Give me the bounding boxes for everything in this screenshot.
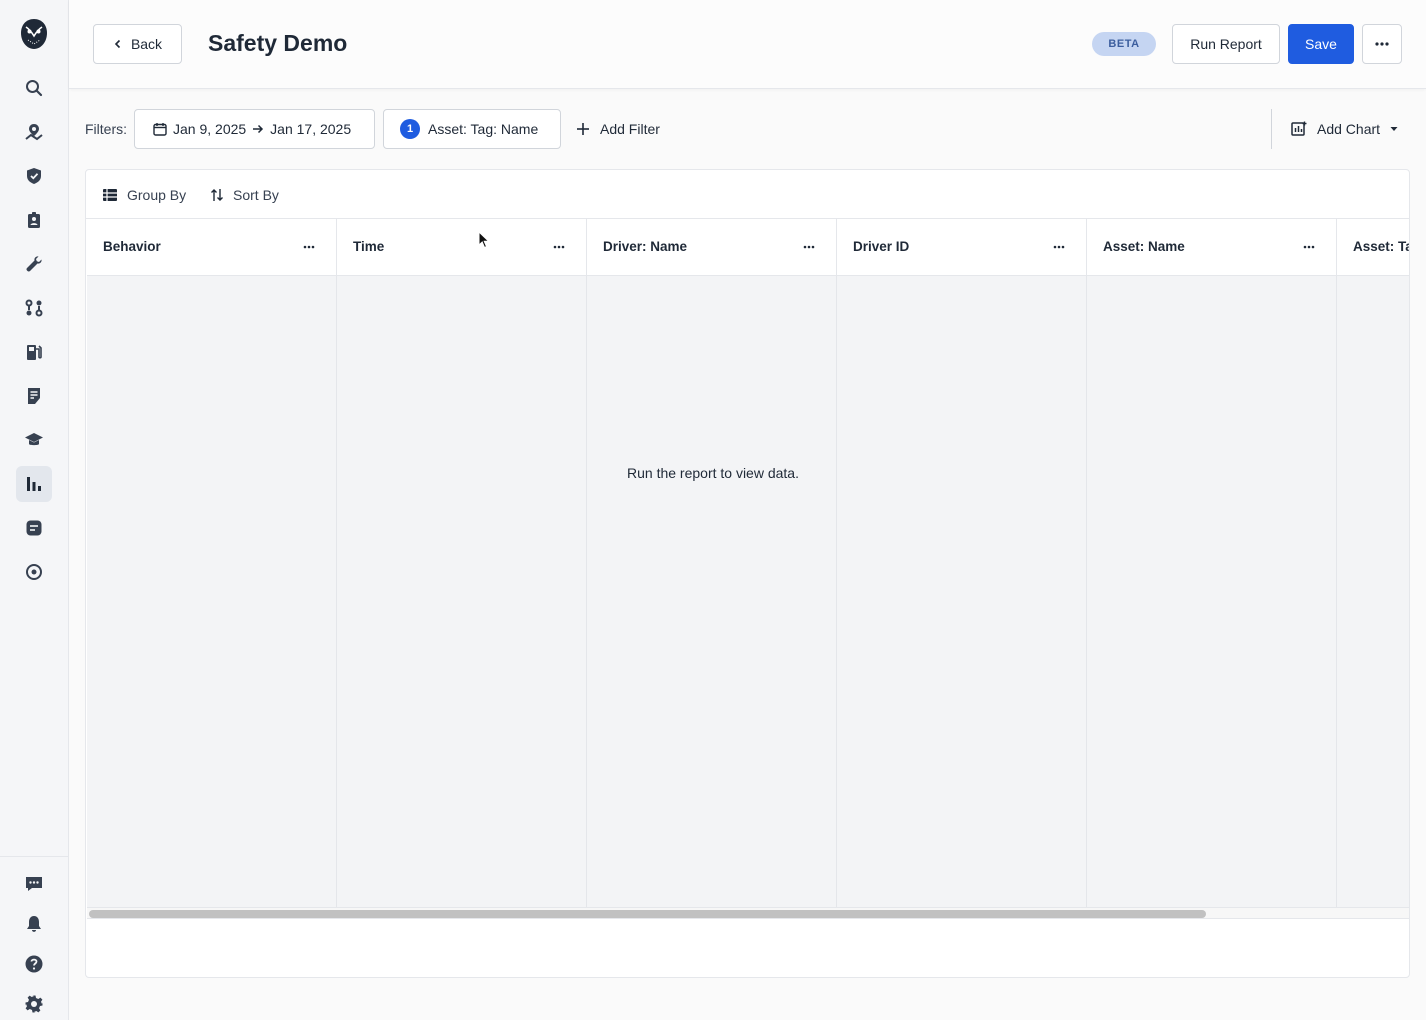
sidebar-item-search[interactable] (16, 70, 52, 106)
column-header-asset-tag-name[interactable]: Asset: Tag: Name (1337, 219, 1409, 275)
group-by-label: Group By (127, 187, 187, 203)
search-icon (26, 80, 43, 97)
column-label: Behavior (103, 239, 161, 254)
column-menu-icon[interactable] (1301, 239, 1317, 255)
sidebar-item-help[interactable] (16, 946, 52, 982)
toolbar-divider (1271, 109, 1272, 149)
column-header-driver-name[interactable]: Driver: Name (587, 219, 837, 275)
horizontal-scrollbar[interactable] (87, 907, 1409, 919)
arrow-right-icon (253, 124, 264, 134)
table-header-row: Behavior Time Driver: Name Driver ID Ass… (87, 219, 1409, 276)
table-column-body (587, 276, 837, 907)
column-menu-icon[interactable] (801, 239, 817, 255)
route-icon (25, 299, 43, 317)
table-column-body (1087, 276, 1337, 907)
run-report-button[interactable]: Run Report (1172, 24, 1280, 64)
column-menu-icon[interactable] (551, 239, 567, 255)
date-range-filter[interactable]: Jan 9, 2025 Jan 17, 2025 (134, 109, 375, 149)
table-column-body (1337, 276, 1409, 907)
caret-down-icon (1390, 127, 1398, 131)
reports-icon (27, 477, 41, 491)
page-title: Safety Demo (208, 30, 348, 56)
sidebar-item-chat[interactable] (16, 866, 52, 902)
column-menu-icon[interactable] (1051, 239, 1067, 255)
sidebar-item-drivers[interactable] (16, 202, 52, 238)
column-label: Driver: Name (603, 239, 688, 254)
column-header-time[interactable]: Time (337, 219, 587, 275)
filter-count-badge: 1 (400, 119, 420, 139)
sidebar-item-map[interactable] (16, 114, 52, 150)
chart-add-icon (1291, 121, 1307, 136)
plus-icon (577, 123, 589, 135)
sidebar-item-reports[interactable] (16, 466, 52, 502)
ellipsis-icon (1375, 42, 1389, 46)
scrollbar-thumb[interactable] (89, 910, 1206, 918)
save-button[interactable]: Save (1288, 24, 1354, 64)
back-button-label: Back (130, 36, 163, 52)
sidebar-item-notifications[interactable] (16, 906, 52, 942)
graduation-icon (25, 433, 43, 446)
column-header-asset-name[interactable]: Asset: Name (1087, 219, 1337, 275)
add-filter-button[interactable]: Add Filter (576, 118, 660, 140)
asset-tag-filter[interactable]: 1 Asset: Tag: Name (383, 109, 561, 149)
gear-icon (25, 995, 43, 1013)
document-icon (28, 388, 40, 404)
filters-label: Filters: (85, 121, 127, 137)
sidebar-item-settings[interactable] (16, 986, 52, 1020)
chevron-left-icon (114, 39, 121, 49)
message-icon (26, 520, 42, 536)
more-options-button[interactable] (1362, 24, 1402, 64)
fuel-icon (27, 345, 42, 360)
column-label: Driver ID (853, 239, 910, 254)
sidebar-divider (0, 856, 68, 857)
add-chart-label: Add Chart (1317, 121, 1381, 137)
sort-icon (211, 189, 223, 201)
add-chart-button[interactable]: Add Chart (1291, 118, 1398, 140)
column-label: Time (353, 239, 385, 254)
chat-icon (26, 877, 42, 891)
sidebar-item-messages[interactable] (16, 510, 52, 546)
group-by-button[interactable]: Group By (102, 186, 186, 204)
calendar-icon (153, 123, 167, 136)
column-header-driver-id[interactable]: Driver ID (837, 219, 1087, 275)
map-pin-icon (25, 124, 43, 141)
sidebar-item-documents[interactable] (16, 378, 52, 414)
column-label: Asset: Name (1103, 239, 1185, 254)
target-icon (26, 564, 42, 580)
date-start: Jan 9, 2025 (173, 121, 247, 137)
sidebar-item-safety[interactable] (16, 158, 52, 194)
help-icon (25, 955, 43, 973)
table-column-body (337, 276, 587, 907)
sort-by-button[interactable]: Sort By (210, 186, 279, 204)
sidebar-item-training[interactable] (16, 422, 52, 458)
mouse-cursor-icon (478, 231, 490, 249)
column-header-behavior[interactable]: Behavior (87, 219, 337, 275)
sidebar (0, 0, 69, 1020)
bell-icon (27, 916, 41, 932)
wrench-icon (26, 256, 42, 272)
sidebar-item-dispatch[interactable] (16, 290, 52, 326)
page-header: Back Safety Demo BETA Run Report Save (69, 0, 1426, 89)
date-end: Jan 17, 2025 (270, 121, 352, 137)
beta-badge: BETA (1092, 32, 1156, 56)
sidebar-item-maintenance[interactable] (16, 246, 52, 282)
owl-logo-icon[interactable] (20, 18, 48, 50)
report-table-panel: Group By Sort By Behavior Time Driver: N… (85, 169, 1410, 978)
sidebar-item-fuel[interactable] (16, 334, 52, 370)
add-filter-label: Add Filter (600, 121, 660, 137)
table-list-icon (103, 189, 117, 201)
column-menu-icon[interactable] (301, 239, 317, 255)
shield-icon (27, 168, 41, 184)
table-column-body (837, 276, 1087, 907)
table-column-body (87, 276, 337, 907)
sidebar-item-target[interactable] (16, 554, 52, 590)
back-button[interactable]: Back (93, 24, 182, 64)
asset-tag-filter-label: Asset: Tag: Name (428, 121, 539, 137)
sort-by-label: Sort By (233, 187, 279, 203)
table-toolbar: Group By Sort By (86, 170, 1409, 219)
id-badge-icon (28, 212, 40, 228)
column-label: Asset: Tag: Name (1353, 239, 1409, 254)
empty-state-message: Run the report to view data. (627, 465, 799, 481)
table-body: Run the report to view data. (87, 276, 1409, 907)
